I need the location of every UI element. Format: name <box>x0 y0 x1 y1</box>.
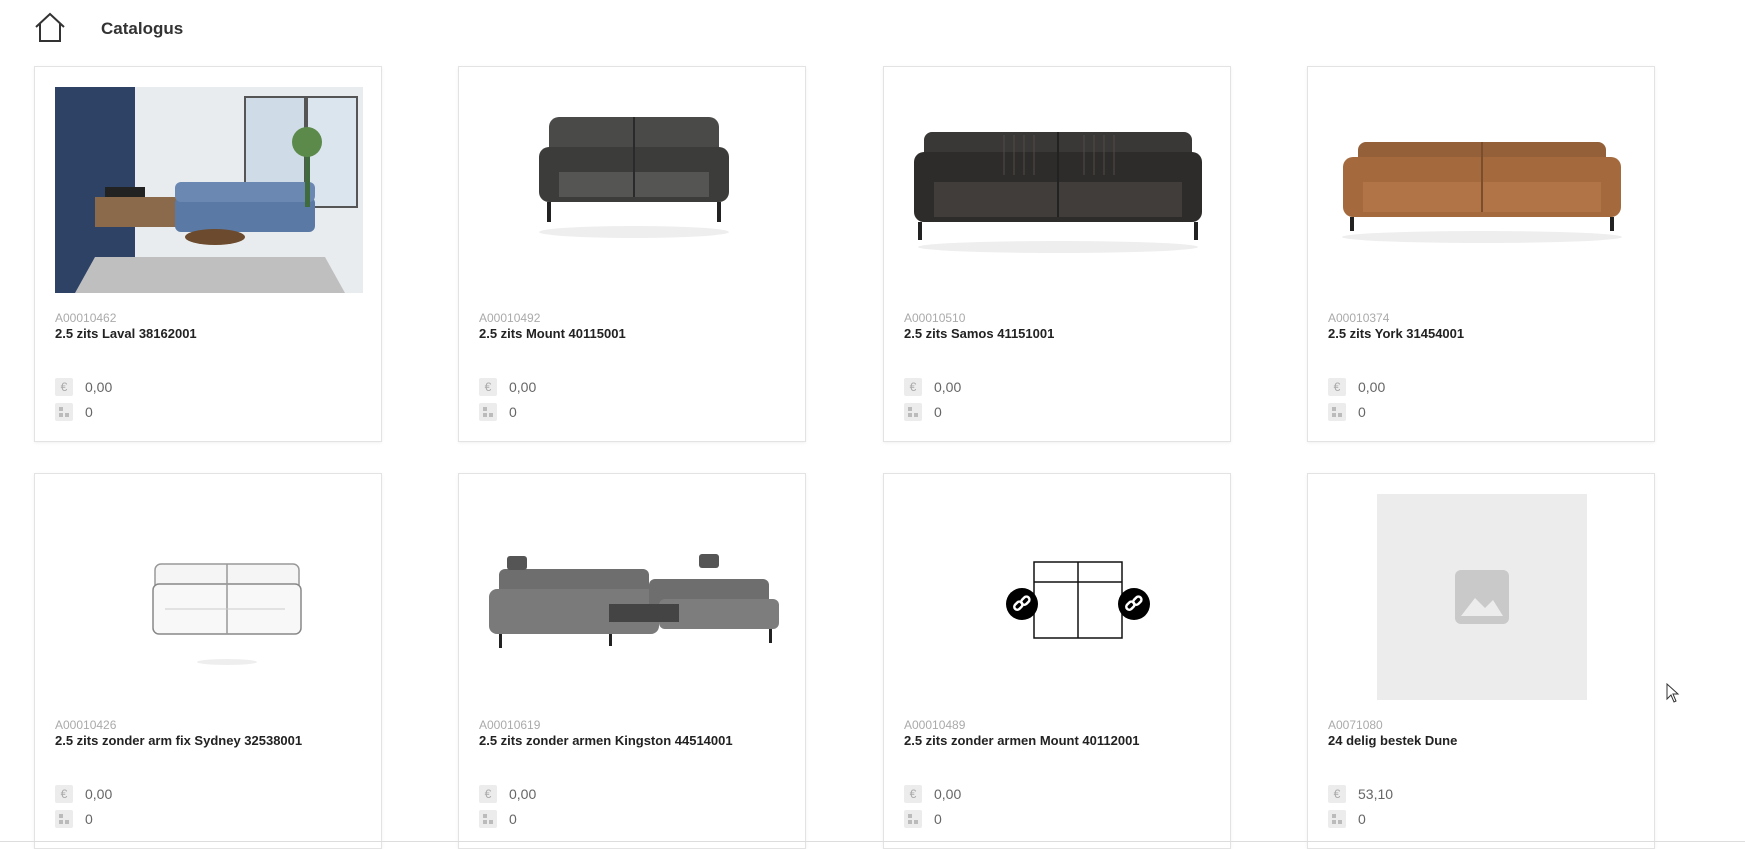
product-image <box>479 87 787 293</box>
product-code: A00010492 <box>479 311 541 325</box>
stock-value: 0 <box>85 404 93 420</box>
product-card[interactable]: A00010619 2.5 zits zonder armen Kingston… <box>458 473 806 849</box>
stock-value: 0 <box>934 404 942 420</box>
stock-icon <box>904 403 922 421</box>
stock-icon <box>479 810 497 828</box>
price-row: € 0,00 <box>55 785 112 803</box>
product-code: A00010510 <box>904 311 966 325</box>
stock-icon <box>1328 810 1346 828</box>
stock-row: 0 <box>55 403 93 421</box>
product-image <box>1328 494 1636 700</box>
product-name: 2.5 zits Mount 40115001 <box>479 326 626 341</box>
product-card[interactable]: A00010510 2.5 zits Samos 41151001 € 0,00… <box>883 66 1231 442</box>
product-code: A00010619 <box>479 718 541 732</box>
price-row: € 0,00 <box>479 378 536 396</box>
price-value: 53,10 <box>1358 786 1394 802</box>
stock-value: 0 <box>85 811 93 827</box>
euro-icon: € <box>904 785 922 803</box>
mouse-cursor-icon <box>1666 682 1680 708</box>
price-row: € 0,00 <box>904 785 961 803</box>
product-name: 2.5 zits York 31454001 <box>1328 326 1465 341</box>
price-row: € 0,00 <box>904 378 961 396</box>
stock-icon <box>1328 403 1346 421</box>
price-value: 0,00 <box>509 379 537 395</box>
euro-icon: € <box>55 378 73 396</box>
price-row: € 0,00 <box>1328 378 1385 396</box>
product-code: A0071080 <box>1328 718 1383 732</box>
product-name: 2.5 zits Laval 38162001 <box>55 326 197 341</box>
product-name: 2.5 zits zonder armen Kingston 44514001 <box>479 733 733 748</box>
product-name: 2.5 zits Samos 41151001 <box>904 326 1055 341</box>
euro-icon: € <box>1328 378 1346 396</box>
product-card[interactable]: A0071080 24 delig bestek Dune € 53,10 0 <box>1307 473 1655 849</box>
product-card[interactable]: A00010462 2.5 zits Laval 38162001 € 0,00… <box>34 66 382 442</box>
stock-icon <box>479 403 497 421</box>
product-image <box>1328 87 1636 293</box>
product-image <box>479 494 787 700</box>
stock-row: 0 <box>479 810 517 828</box>
stock-row: 0 <box>1328 403 1366 421</box>
product-image <box>904 494 1212 700</box>
stock-value: 0 <box>509 811 517 827</box>
page-title: Catalogus <box>101 19 184 38</box>
stock-icon <box>55 403 73 421</box>
price-row: € 53,10 <box>1328 785 1393 803</box>
product-card[interactable]: A00010374 2.5 zits York 31454001 € 0,00 … <box>1307 66 1655 442</box>
euro-icon: € <box>479 785 497 803</box>
product-code: A00010489 <box>904 718 966 732</box>
product-name: 2.5 zits zonder armen Mount 40112001 <box>904 733 1140 748</box>
product-image <box>55 87 363 293</box>
euro-icon: € <box>904 378 922 396</box>
product-code: A00010462 <box>55 311 117 325</box>
stock-row: 0 <box>479 403 517 421</box>
image-icon <box>1455 570 1509 624</box>
image-placeholder <box>1377 494 1587 700</box>
product-card[interactable]: A00010426 2.5 zits zonder arm fix Sydney… <box>34 473 382 849</box>
product-code: A00010426 <box>55 718 117 732</box>
euro-icon: € <box>479 378 497 396</box>
price-value: 0,00 <box>934 786 962 802</box>
product-name: 2.5 zits zonder arm fix Sydney 32538001 <box>55 733 303 748</box>
price-value: 0,00 <box>934 379 962 395</box>
stock-value: 0 <box>1358 404 1366 420</box>
product-card[interactable]: A00010489 2.5 zits zonder armen Mount 40… <box>883 473 1231 849</box>
stock-value: 0 <box>509 404 517 420</box>
stock-row: 0 <box>1328 810 1366 828</box>
price-value: 0,00 <box>1358 379 1386 395</box>
euro-icon: € <box>55 785 73 803</box>
stock-row: 0 <box>904 403 942 421</box>
header: Catalogus <box>0 0 1745 58</box>
product-image <box>55 494 363 700</box>
product-name: 24 delig bestek Dune <box>1328 733 1458 748</box>
stock-value: 0 <box>1358 811 1366 827</box>
stock-icon <box>55 810 73 828</box>
price-row: € 0,00 <box>55 378 112 396</box>
price-row: € 0,00 <box>479 785 536 803</box>
stock-icon <box>904 810 922 828</box>
price-value: 0,00 <box>85 379 113 395</box>
price-value: 0,00 <box>509 786 537 802</box>
home-icon[interactable] <box>33 12 67 44</box>
product-image <box>904 87 1212 293</box>
euro-icon: € <box>1328 785 1346 803</box>
price-value: 0,00 <box>85 786 113 802</box>
stock-value: 0 <box>934 811 942 827</box>
stock-row: 0 <box>55 810 93 828</box>
product-code: A00010374 <box>1328 311 1390 325</box>
product-card[interactable]: A00010492 2.5 zits Mount 40115001 € 0,00… <box>458 66 806 442</box>
stock-row: 0 <box>904 810 942 828</box>
